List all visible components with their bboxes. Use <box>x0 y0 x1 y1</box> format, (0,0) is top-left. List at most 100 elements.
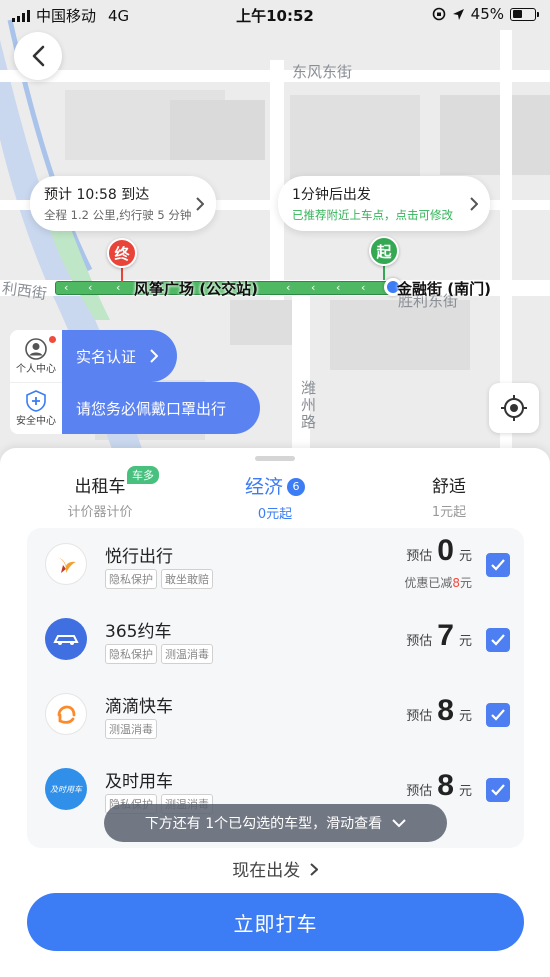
map-view[interactable]: 东风东街 利西街 胜利东街 潍州路 ‹ ‹ ‹ ‹ ‹ ‹ ‹ 终 风筝广场 (… <box>0 0 550 470</box>
car-option-name: 及时用车 <box>105 772 173 792</box>
tab-economy-sub: 0元起 <box>257 507 293 522</box>
price-value: 8 <box>437 769 454 802</box>
car-option-name: 滴滴快车 <box>105 697 173 717</box>
depart-now-selector[interactable]: 现在出发 <box>0 856 550 881</box>
tab-comfort[interactable]: 舒适 1元起 <box>369 472 529 520</box>
feature-tag: 测温消毒 <box>161 644 213 664</box>
discount-value: 8 <box>452 576 460 590</box>
network-type: 4G <box>108 6 130 25</box>
verify-button[interactable]: 实名认证 <box>62 330 177 382</box>
price-prefix: 预估 <box>406 549 433 564</box>
end-place-label: 风筝广场 (公交站) <box>134 280 258 298</box>
checkmark-icon <box>491 709 505 721</box>
car-selection-sheet[interactable]: 出租车 计价器计价 车多 经济 6 0元起 舒适 1元起 悦行出行 隐私保护 敢坐… <box>0 448 550 977</box>
price-value: 0 <box>437 534 454 567</box>
jishi-logo-icon: 及时用车 <box>45 768 87 810</box>
shield-icon <box>26 390 46 412</box>
price-unit: 元 <box>458 634 472 649</box>
end-pin: 终 <box>107 238 137 268</box>
eta-title: 预计 10:58 到达 <box>44 187 150 203</box>
call-car-label: 立即打车 <box>233 911 318 936</box>
battery-percent: 45% <box>470 5 504 23</box>
tab-comfort-sub: 1元起 <box>431 505 467 520</box>
option-checkbox[interactable] <box>486 553 510 577</box>
checkmark-icon <box>491 784 505 796</box>
price-unit: 元 <box>458 784 472 799</box>
carrier-name: 中国移动 <box>36 7 97 25</box>
car-option-name: 悦行出行 <box>105 547 173 567</box>
price-prefix: 预估 <box>406 634 433 649</box>
tab-taxi[interactable]: 出租车 计价器计价 车多 <box>20 466 180 520</box>
tab-comfort-name: 舒适 <box>432 477 466 497</box>
discount-text: 优惠已减8元 <box>404 574 472 591</box>
rotation-lock-icon <box>432 7 445 21</box>
chevron-right-icon <box>310 863 319 876</box>
personal-center-label: 个人中心 <box>16 363 56 375</box>
discount-unit: 元 <box>459 576 472 590</box>
end-pin-stem <box>121 266 123 282</box>
yuexing-logo-icon <box>45 543 87 585</box>
car-option[interactable]: 滴滴快车 测温消毒 预估 8 元 <box>27 678 524 753</box>
price-prefix: 预估 <box>406 709 433 724</box>
checkmark-icon <box>491 634 505 646</box>
call-car-button[interactable]: 立即打车 <box>27 893 524 951</box>
feature-tag: 敢坐敢赔 <box>161 569 213 589</box>
price-value: 8 <box>437 694 454 727</box>
tab-taxi-badge: 车多 <box>127 466 159 484</box>
battery-fill <box>512 10 522 18</box>
signal-icon <box>12 9 30 22</box>
tab-economy-name: 经济 <box>244 476 283 498</box>
price-unit: 元 <box>458 549 472 564</box>
crosshair-icon <box>501 395 527 421</box>
feature-tag: 隐私保护 <box>105 569 157 589</box>
start-time-title: 1分钟后出发 <box>292 187 371 203</box>
locate-button[interactable] <box>489 383 539 433</box>
car-option[interactable]: 悦行出行 隐私保护 敢坐敢赔 预估 0 元 优惠已减8元 <box>27 528 524 603</box>
car-365-logo-icon <box>45 618 87 660</box>
safety-center-button[interactable]: 安全中心 <box>10 382 62 434</box>
option-checkbox[interactable] <box>486 703 510 727</box>
discount-prefix: 优惠已减 <box>404 576 453 590</box>
checkmark-icon <box>491 559 505 571</box>
price-prefix: 预估 <box>406 784 433 799</box>
price-unit: 元 <box>458 709 472 724</box>
battery-icon <box>510 7 539 21</box>
tab-economy-count: 6 <box>287 477 305 496</box>
personal-center-button[interactable]: 个人中心 <box>10 330 62 382</box>
back-button[interactable] <box>14 32 62 80</box>
start-pin: 起 <box>369 236 399 266</box>
chevron-right-icon <box>150 349 159 363</box>
eta-bubble[interactable]: 预计 10:58 到达 全程 1.2 公里,约行驶 5 分钟 <box>30 176 216 231</box>
mask-notice[interactable]: 请您务必佩戴口罩出行 <box>62 382 260 434</box>
car-option[interactable]: 365约车 隐私保护 测温消毒 预估 7 元 <box>27 603 524 678</box>
car-option-list[interactable]: 悦行出行 隐私保护 敢坐敢赔 预估 0 元 优惠已减8元 365约车 隐私保护 … <box>27 528 524 848</box>
didi-logo-icon <box>45 693 87 735</box>
start-time-detail: 已推荐附近上车点，点击可修改 <box>292 208 453 222</box>
feature-tag: 测温消毒 <box>105 719 157 739</box>
jishi-logo-text: 及时用车 <box>50 784 82 794</box>
start-pin-stem <box>383 264 385 280</box>
user-icon <box>25 337 47 360</box>
feature-tag: 隐私保护 <box>105 644 157 664</box>
eta-detail: 全程 1.2 公里,约行驶 5 分钟 <box>44 208 192 222</box>
option-checkbox[interactable] <box>486 778 510 802</box>
tab-taxi-sub: 计价器计价 <box>67 505 133 520</box>
chevron-left-icon <box>32 45 45 67</box>
status-bar: 上午10:52 中国移动 4G 45% <box>0 0 550 30</box>
verify-label: 实名认证 <box>76 347 137 366</box>
tab-economy[interactable]: 经济 6 0元起 <box>195 472 355 522</box>
street-label: 东风东街 <box>292 63 353 81</box>
more-options-toast[interactable]: 下方还有 1个已勾选的车型，滑动查看 <box>104 804 447 842</box>
notification-dot <box>49 336 56 343</box>
option-checkbox[interactable] <box>486 628 510 652</box>
depart-now-label: 现在出发 <box>232 861 301 881</box>
price-value: 7 <box>437 619 454 652</box>
location-arrow-icon <box>452 8 464 20</box>
chevron-right-icon <box>196 196 204 211</box>
sheet-handle[interactable] <box>255 456 295 461</box>
street-label: 潍州路 <box>299 380 317 431</box>
start-time-bubble[interactable]: 1分钟后出发 已推荐附近上车点，点击可修改 <box>278 176 490 231</box>
safety-center-label: 安全中心 <box>16 416 56 427</box>
chevron-down-icon <box>392 818 406 827</box>
car-option-name: 365约车 <box>105 622 172 642</box>
